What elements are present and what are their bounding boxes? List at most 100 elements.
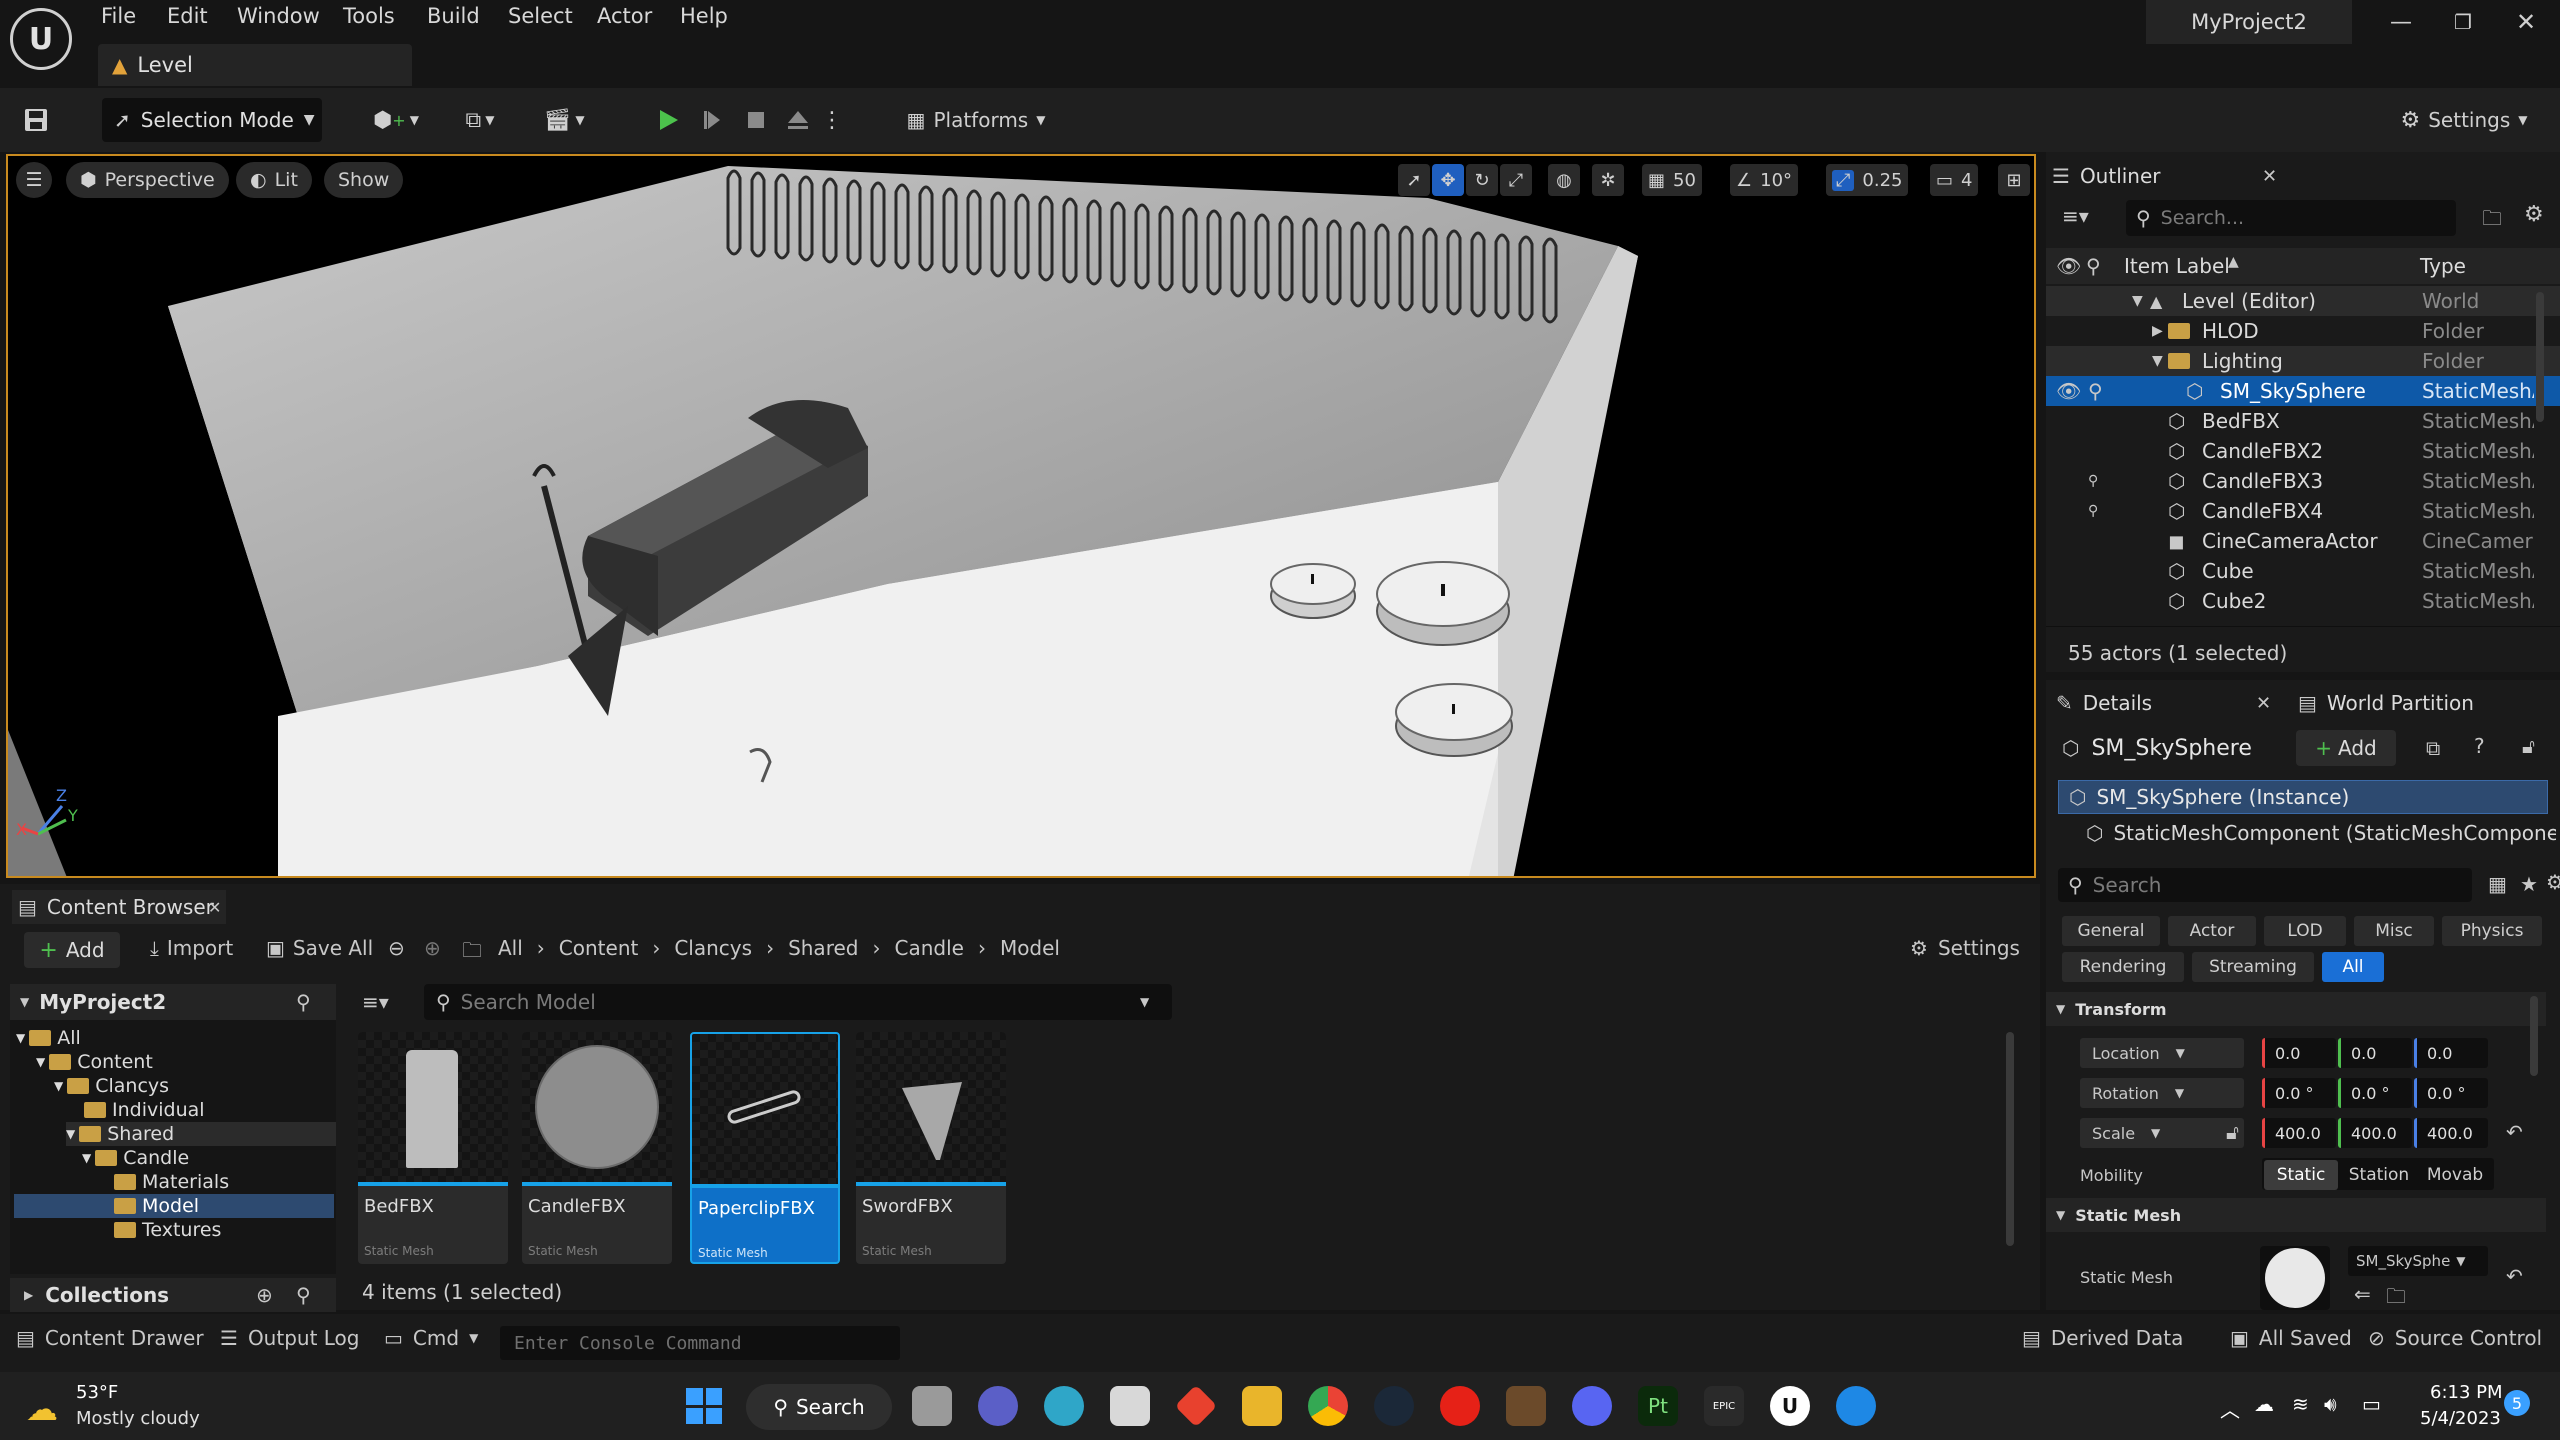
breadcrumb-candle[interactable]: Candle <box>894 936 963 960</box>
play-icon[interactable] <box>650 98 686 142</box>
scale-y-field[interactable]: 400.0 <box>2338 1118 2412 1148</box>
scale-z-field[interactable]: 400.0 <box>2414 1118 2488 1148</box>
surface-snap-icon[interactable]: ✲ <box>1592 164 1624 196</box>
outliner-row[interactable]: ⬡ Cube StaticMeshA <box>2046 556 2560 586</box>
mobility-static[interactable]: Static <box>2264 1160 2338 1190</box>
static-mesh-section[interactable]: ▼ Static Mesh <box>2046 1198 2546 1232</box>
reset-icon[interactable]: ↶ <box>2506 1264 2523 1288</box>
breadcrumb-clancys[interactable]: Clancys <box>674 936 752 960</box>
source-control-button[interactable]: ⊘ Source Control <box>2368 1326 2542 1350</box>
tree-item-content[interactable]: ▼ Content <box>36 1050 153 1074</box>
forward-icon[interactable]: ⊕ <box>424 936 441 960</box>
select-cursor-icon[interactable]: ➚ <box>1398 164 1430 196</box>
static-mesh-dropdown[interactable]: SM_SkySphe ▼ <box>2348 1246 2488 1276</box>
outliner-row[interactable]: ⬡ CandleFBX2 StaticMeshA <box>2046 436 2560 466</box>
back-icon[interactable]: ⊖ <box>388 936 405 960</box>
scale-dropdown[interactable]: Scale ▼ <box>2080 1118 2244 1148</box>
mobility-movable[interactable]: Movab <box>2418 1160 2492 1190</box>
weather-icon[interactable]: ☁ <box>26 1390 58 1428</box>
reset-icon[interactable]: ↶ <box>2506 1120 2523 1144</box>
minecraft-icon[interactable] <box>1506 1386 1546 1426</box>
menu-tools[interactable]: Tools <box>343 4 395 28</box>
minimize-icon[interactable]: — <box>2390 10 2412 35</box>
close-tab-icon[interactable]: ✕ <box>2256 693 2271 714</box>
tree-item-materials[interactable]: Materials <box>114 1170 229 1194</box>
outliner-row[interactable]: ▼ ▲ Level (Editor) World <box>2046 286 2560 316</box>
outliner-row[interactable]: ⚲ ⬡ CandleFBX3 StaticMeshA <box>2046 466 2560 496</box>
blueprint-icon[interactable]: ⧉ <box>2426 736 2440 760</box>
add-component-button[interactable]: + Add <box>2296 730 2396 766</box>
cmd-dropdown[interactable]: ▭ Cmd ▼ <box>384 1326 478 1350</box>
filter-actor[interactable]: Actor <box>2168 916 2256 946</box>
teams-icon[interactable] <box>978 1386 1018 1426</box>
filter-general[interactable]: General <box>2062 916 2160 946</box>
filter-streaming[interactable]: Streaming <box>2192 952 2314 982</box>
viewport-layout-icon[interactable]: ⊞ <box>1998 164 2030 196</box>
grid-snap-button[interactable]: ▦ 50 <box>1642 164 1702 196</box>
filter-rendering[interactable]: Rendering <box>2062 952 2184 982</box>
cinematics-icon[interactable]: 🎬︎ ▼ <box>534 98 594 142</box>
scale-x-field[interactable]: 400.0 <box>2262 1118 2336 1148</box>
component-instance-row[interactable]: ⬡ SM_SkySphere (Instance) <box>2058 780 2548 814</box>
restore-icon[interactable]: ❐ <box>2454 10 2472 34</box>
rotation-y-field[interactable]: 0.0 ° <box>2338 1078 2412 1108</box>
tree-item-textures[interactable]: Textures <box>114 1218 221 1242</box>
platforms-dropdown[interactable]: ▦ Platforms ▼ <box>896 98 1056 142</box>
project-root[interactable]: ▼ MyProject2 ⚲ <box>10 984 336 1020</box>
edge-icon[interactable] <box>1044 1386 1084 1426</box>
rotation-x-field[interactable]: 0.0 ° <box>2262 1078 2336 1108</box>
details-tab[interactable]: ✎ Details ✕ <box>2056 686 2276 720</box>
component-row[interactable]: ⬡ StaticMeshComponent (StaticMeshCompone… <box>2086 816 2556 850</box>
search-icon[interactable]: ⚲ <box>296 1283 311 1307</box>
show-button[interactable]: Show <box>324 162 404 198</box>
details-scrollbar[interactable] <box>2530 996 2538 1076</box>
app-red-icon[interactable] <box>1174 1384 1218 1428</box>
save-all-button[interactable]: ▣ Save All <box>266 936 373 960</box>
task-view-icon[interactable] <box>912 1386 952 1426</box>
add-collection-icon[interactable]: ⊕ <box>256 1283 273 1307</box>
outliner-row[interactable]: ▼ Lighting Folder <box>2046 346 2560 376</box>
tray-chevron-icon[interactable]: ︿ <box>2220 1394 2240 1423</box>
save-icon[interactable] <box>16 98 56 142</box>
close-tab-icon[interactable]: ✕ <box>2262 166 2277 187</box>
menu-actor[interactable]: Actor <box>597 4 652 28</box>
step-icon[interactable] <box>696 98 732 142</box>
world-space-icon[interactable]: ◍ <box>1548 164 1580 196</box>
star-icon[interactable]: ★ <box>2520 872 2538 896</box>
cb-add-button[interactable]: + Add <box>24 932 120 968</box>
folder-nav-icon[interactable]: 🗀︎ <box>462 936 482 970</box>
pin-header-icon[interactable]: ⚲ <box>2086 254 2101 278</box>
viewport-menu-icon[interactable]: ☰ <box>16 162 52 198</box>
breadcrumb-all[interactable]: All <box>498 936 523 960</box>
filter-icon[interactable]: ≡▾ <box>2062 204 2089 228</box>
camera-speed-button[interactable]: ▭ 4 <box>1930 164 1979 196</box>
steam-icon[interactable] <box>1374 1386 1414 1426</box>
unreal-logo[interactable]: U <box>10 8 72 70</box>
outliner-row[interactable]: ⬡ Cube2 StaticMeshA <box>2046 586 2560 616</box>
visibility-header-icon[interactable]: 👁︎ <box>2056 254 2081 278</box>
scale-icon[interactable]: ⤢ <box>1500 164 1532 196</box>
lock-icon[interactable]: 🔓︎ <box>2522 734 2535 758</box>
notification-badge[interactable]: 5 <box>2504 1390 2530 1416</box>
asset-tile[interactable]: BedFBX Static Mesh <box>358 1032 508 1264</box>
rotation-z-field[interactable]: 0.0 ° <box>2414 1078 2488 1108</box>
tree-item-model[interactable]: Model <box>14 1194 334 1218</box>
breadcrumb-content[interactable]: Content <box>559 936 639 960</box>
clock-date[interactable]: 5/4/2023 <box>2420 1408 2501 1429</box>
col-item-label[interactable]: Item Label <box>2124 254 2230 278</box>
col-type[interactable]: Type <box>2420 254 2466 278</box>
translate-icon[interactable]: ✥ <box>1432 164 1464 196</box>
close-tab-icon[interactable]: ✕ <box>208 898 221 917</box>
clock-time[interactable]: 6:13 PM <box>2430 1382 2503 1403</box>
scale-snap-button[interactable]: ⤢ 0.25 <box>1826 164 1909 196</box>
location-x-field[interactable]: 0.0 <box>2262 1038 2336 1068</box>
details-search-input[interactable]: ⚲ Search <box>2058 868 2472 902</box>
wifi-icon[interactable]: ≋ <box>2292 1392 2309 1416</box>
add-actor-icon[interactable]: ⬢ + ▼ <box>366 98 426 142</box>
asset-tile[interactable]: SwordFBX Static Mesh <box>856 1032 1006 1264</box>
search-icon[interactable]: ⚲ <box>296 990 311 1014</box>
tree-item-all[interactable]: ▼ All <box>16 1026 81 1050</box>
filter-lod[interactable]: LOD <box>2264 916 2346 946</box>
import-button[interactable]: ⤓ Import <box>150 936 233 960</box>
rotation-dropdown[interactable]: Rotation ▼ <box>2080 1078 2244 1108</box>
